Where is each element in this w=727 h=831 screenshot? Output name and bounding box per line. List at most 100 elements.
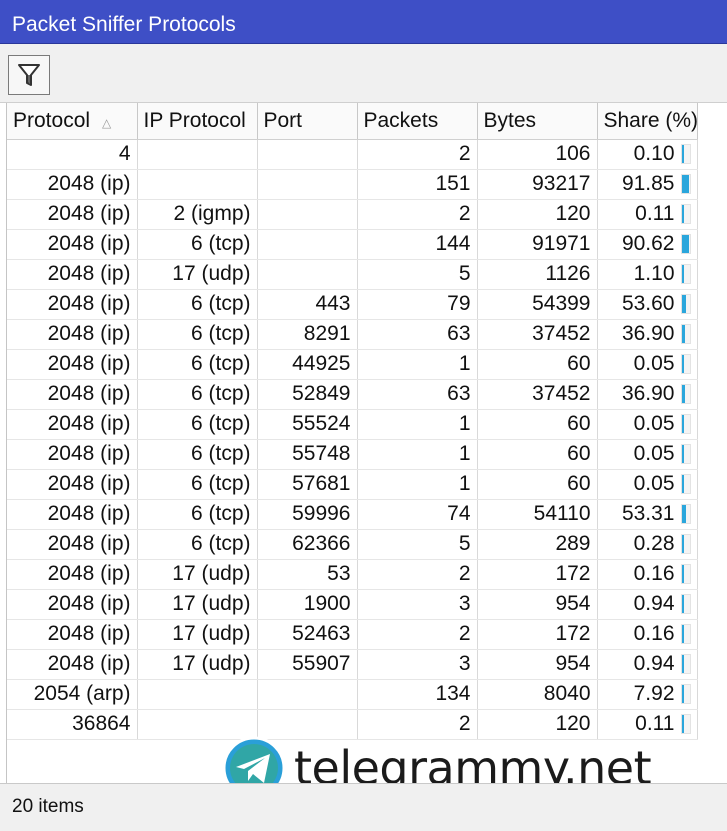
column-header-bytes[interactable]: Bytes [477, 103, 598, 140]
cell-protocol: 2048 (ip) [7, 199, 138, 230]
cell-bytes: 37452 [477, 319, 598, 350]
share-bar-fill [681, 265, 684, 283]
table-row[interactable]: 2048 (ip) 6 (tcp) 443 79 54399 53.60 [7, 289, 698, 320]
table-row[interactable]: 2048 (ip) 151 93217 91.85 [7, 169, 698, 200]
cell-bytes: 60 [477, 349, 598, 380]
column-header-protocol[interactable]: Protocol △ [7, 103, 138, 140]
cell-protocol: 2048 (ip) [7, 319, 138, 350]
table-row[interactable]: 2048 (ip) 6 (tcp) 59996 74 54110 53.31 [7, 499, 698, 530]
protocols-table: Protocol △ IP Protocol Port Packets Bytes… [7, 103, 698, 740]
cell-protocol: 2048 (ip) [7, 229, 138, 260]
table-row[interactable]: 2048 (ip) 6 (tcp) 8291 63 37452 36.90 [7, 319, 698, 350]
table-row[interactable]: 2048 (ip) 6 (tcp) 57681 1 60 0.05 [7, 469, 698, 500]
cell-packets: 74 [357, 499, 478, 530]
table-row[interactable]: 2048 (ip) 6 (tcp) 144 91971 90.62 [7, 229, 698, 260]
share-value: 0.10 [633, 142, 675, 165]
column-header-port[interactable]: Port [257, 103, 358, 140]
cell-protocol: 2048 (ip) [7, 619, 138, 650]
share-bar [680, 204, 691, 224]
share-bar-fill [681, 415, 684, 433]
cell-bytes: 37452 [477, 379, 598, 410]
cell-share: 0.94 [597, 589, 698, 620]
share-bar-fill [681, 685, 684, 703]
table-row[interactable]: 2048 (ip) 17 (udp) 55907 3 954 0.94 [7, 649, 698, 680]
table-row[interactable]: 2048 (ip) 6 (tcp) 55524 1 60 0.05 [7, 409, 698, 440]
cell-share: 36.90 [597, 379, 698, 410]
cell-share: 0.05 [597, 349, 698, 380]
share-bar-fill [681, 595, 684, 613]
cell-ip-protocol: 6 (tcp) [137, 439, 258, 470]
cell-ip-protocol: 6 (tcp) [137, 289, 258, 320]
column-header-packets[interactable]: Packets [357, 103, 478, 140]
cell-port [257, 679, 358, 710]
table-row[interactable]: 2054 (arp) 134 8040 7.92 [7, 679, 698, 710]
table-row[interactable]: 2048 (ip) 17 (udp) 52463 2 172 0.16 [7, 619, 698, 650]
share-value: 0.28 [633, 532, 675, 555]
share-bar [680, 144, 691, 164]
cell-port: 59996 [257, 499, 358, 530]
cell-bytes: 172 [477, 559, 598, 590]
cell-port [257, 199, 358, 230]
column-header-ip-protocol[interactable]: IP Protocol [137, 103, 258, 140]
cell-protocol: 4 [7, 139, 138, 170]
column-header-share[interactable]: Share (%) [597, 103, 698, 140]
share-bar-fill [681, 445, 684, 463]
cell-bytes: 60 [477, 409, 598, 440]
cell-share: 0.16 [597, 619, 698, 650]
cell-packets: 2 [357, 559, 478, 590]
cell-bytes: 954 [477, 589, 598, 620]
cell-ip-protocol [137, 679, 258, 710]
cell-packets: 3 [357, 589, 478, 620]
share-bar-fill [681, 295, 686, 313]
cell-port: 55907 [257, 649, 358, 680]
cell-packets: 5 [357, 259, 478, 290]
share-bar-fill [681, 535, 684, 553]
cell-packets: 63 [357, 319, 478, 350]
cell-packets: 2 [357, 199, 478, 230]
share-bar-fill [681, 175, 689, 193]
cell-share: 0.05 [597, 469, 698, 500]
cell-port: 62366 [257, 529, 358, 560]
share-bar-fill [681, 625, 684, 643]
share-bar-fill [681, 655, 684, 673]
cell-ip-protocol [137, 139, 258, 170]
share-bar-fill [681, 235, 689, 253]
table-row[interactable]: 2048 (ip) 17 (udp) 1900 3 954 0.94 [7, 589, 698, 620]
share-bar [680, 504, 691, 524]
cell-protocol: 36864 [7, 709, 138, 740]
table-row[interactable]: 2048 (ip) 17 (udp) 5 1126 1.10 [7, 259, 698, 290]
cell-protocol: 2048 (ip) [7, 409, 138, 440]
filter-button[interactable] [8, 55, 50, 95]
cell-packets: 134 [357, 679, 478, 710]
cell-protocol: 2048 (ip) [7, 439, 138, 470]
cell-bytes: 120 [477, 199, 598, 230]
cell-share: 7.92 [597, 679, 698, 710]
cell-share: 53.31 [597, 499, 698, 530]
cell-packets: 2 [357, 139, 478, 170]
table-row[interactable]: 2048 (ip) 6 (tcp) 55748 1 60 0.05 [7, 439, 698, 470]
share-bar-fill [681, 325, 685, 343]
table-row[interactable]: 2048 (ip) 17 (udp) 53 2 172 0.16 [7, 559, 698, 590]
cell-ip-protocol: 6 (tcp) [137, 379, 258, 410]
cell-bytes: 172 [477, 619, 598, 650]
table-row[interactable]: 36864 2 120 0.11 [7, 709, 698, 740]
table-row[interactable]: 2048 (ip) 6 (tcp) 44925 1 60 0.05 [7, 349, 698, 380]
cell-packets: 79 [357, 289, 478, 320]
share-value: 36.90 [621, 382, 675, 405]
table-row[interactable]: 2048 (ip) 6 (tcp) 62366 5 289 0.28 [7, 529, 698, 560]
table-row[interactable]: 4 2 106 0.10 [7, 139, 698, 170]
share-value: 0.05 [633, 472, 675, 495]
cell-share: 0.10 [597, 139, 698, 170]
table-row[interactable]: 2048 (ip) 6 (tcp) 52849 63 37452 36.90 [7, 379, 698, 410]
cell-packets: 1 [357, 409, 478, 440]
table-row[interactable]: 2048 (ip) 2 (igmp) 2 120 0.11 [7, 199, 698, 230]
cell-port: 52463 [257, 619, 358, 650]
cell-ip-protocol: 6 (tcp) [137, 499, 258, 530]
cell-port: 443 [257, 289, 358, 320]
cell-bytes: 60 [477, 469, 598, 500]
share-bar [680, 354, 691, 374]
cell-ip-protocol: 6 (tcp) [137, 229, 258, 260]
share-bar-fill [681, 475, 684, 493]
cell-port: 57681 [257, 469, 358, 500]
cell-port: 53 [257, 559, 358, 590]
